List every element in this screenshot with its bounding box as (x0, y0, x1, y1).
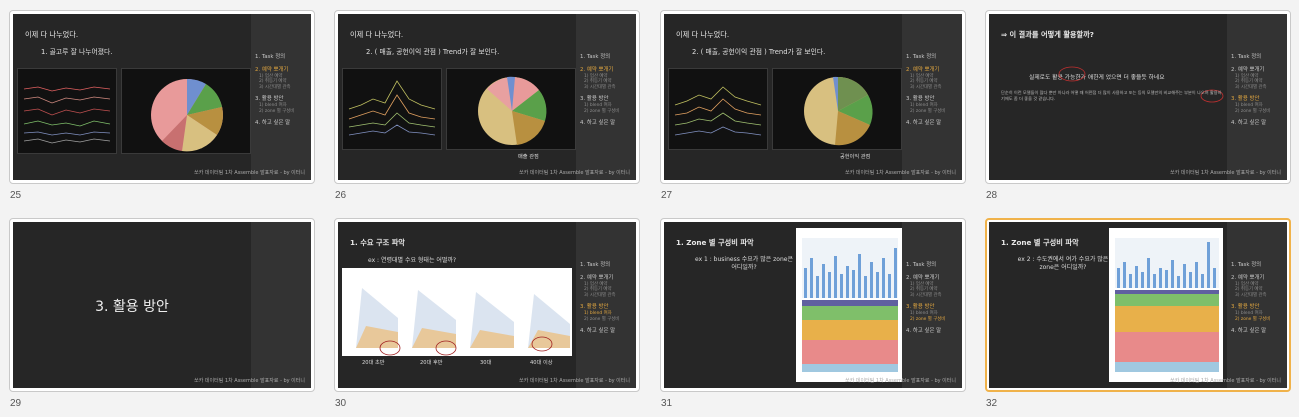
sidebar-item-closing: 4. 하고 싶은 말 (255, 120, 291, 127)
slide-thumbnail[interactable]: 이제 다 나누었다. 1. 골고루 잘 나누어졌다. 1. Task 정의 2.… (9, 10, 315, 184)
slide-canvas: 1. 수요 구조 파악 ex : 연령대별 수요 형태는 어떨까? 20대 초반… (338, 222, 636, 388)
slide-subtitle: ex : 연령대별 수요 형태는 어떨까? (368, 257, 457, 264)
slide-footer: 쏘카 데이터팀 1차 Assemble 발표자료 - by 이터니 (1170, 170, 1281, 176)
sidebar-nav: 1. Task 정의 2. 예약 뽀개기 1) 업산 예약 2) 취등기 예약 … (576, 222, 636, 388)
heatmap-label: 40대 이상 (530, 360, 553, 366)
sidebar-item-reservation: 2. 예약 뽀개기 (1231, 67, 1265, 73)
sidebar-item-task: 1. Task 정의 (1231, 54, 1262, 60)
slide-footer: 쏘카 데이터팀 1차 Assemble 발표자료 - by 이터니 (519, 378, 630, 384)
sidebar-nav: 1. Task 정의 2. 예약 뽀개기 1) 업산 예약 2) 취등기 예약 … (576, 14, 636, 180)
slide-footer: 쏘카 데이터팀 1차 Assemble 발표자료 - by 이터니 (194, 170, 305, 176)
sidebar-nav: 1. Task 정의 2. 예약 뽀개기 1) 업산 예약 2) 취등기 예약 … (1227, 222, 1287, 388)
section-title: 3. 활용 방안 (95, 299, 169, 315)
sidebar-nav: 1. Task 정의 2. 예약 뽀개기 1) 업산 예약 2) 취등기 예약 … (902, 14, 962, 180)
slide-number: 25 (10, 190, 22, 201)
slide-footer: 쏘카 데이터팀 1차 Assemble 발표자료 - by 이터니 (845, 378, 956, 384)
slide-number: 29 (10, 398, 22, 409)
heatmap-label: 20대 후반 (420, 360, 443, 366)
slide-canvas: 이제 다 나누었다. 2. ( 매출, 공헌이익 관점 ) Trend가 잘 보… (338, 14, 636, 180)
slide-thumbnail[interactable]: 1. 수요 구조 파악 ex : 연령대별 수요 형태는 어떨까? 20대 초반… (334, 218, 640, 392)
sidebar-item-reservation: 2. 예약 뽀개기 (1231, 275, 1265, 281)
sidebar-item-closing: 4. 하고 싶은 말 (906, 328, 942, 335)
slide-number: 26 (335, 190, 347, 201)
slide-number: 28 (986, 190, 998, 201)
slide-number: 32 (986, 398, 998, 409)
heatmap-label: 20대 초반 (362, 360, 385, 366)
sidebar-item-task: 1. Task 정의 (906, 54, 937, 60)
slide-sorter-grid: 이제 다 나누었다. 1. 골고루 잘 나누어졌다. 1. Task 정의 2.… (0, 0, 1299, 417)
pie-chart-panel (446, 68, 576, 150)
sidebar-item-closing: 4. 하고 싶은 말 (906, 120, 942, 127)
slide-thumbnail[interactable]: 1. Zone 별 구성비 파악 ex 1 : business 수요가 많은 … (660, 218, 966, 392)
slide-title: 이제 다 나누었다. (350, 30, 404, 39)
slide-canvas: ⇒ 이 결과를 어떻게 활용할까? 실제로도 활용 가능한가 애한게 었으면 더… (989, 14, 1287, 180)
slide-canvas: 3. 활용 방안 쏘카 데이터팀 1차 Assemble 발표자료 - by 이… (13, 222, 311, 388)
chart-caption: 공헌이익 관점 (840, 154, 871, 160)
slide-title: ⇒ 이 결과를 어떻게 활용할까? (1001, 30, 1094, 39)
slide-canvas: 1. Zone 별 구성비 파악 ex 2 : 수도권에서 여가 수요가 많은 … (989, 222, 1287, 388)
slide-thumbnail-selected[interactable]: 1. Zone 별 구성비 파악 ex 2 : 수도권에서 여가 수요가 많은 … (985, 218, 1291, 392)
slide-title: 이제 다 나누었다. (25, 30, 79, 39)
slide-footer: 쏘카 데이터팀 1차 Assemble 발표자료 - by 이터니 (1170, 378, 1281, 384)
sidebar-item-reservation: 2. 예약 뽀개기 (580, 67, 614, 73)
sidebar-item-closing: 4. 하고 싶은 말 (580, 328, 616, 335)
slide-thumbnail[interactable]: 이제 다 나누었다. 2. ( 매출, 공헌이익 관점 ) Trend가 잘 보… (660, 10, 966, 184)
heatmap-label: 30대 (480, 360, 492, 366)
sidebar-nav: 1. Task 정의 2. 예약 뽀개기 1) 업산 예약 2) 취등기 예약 … (902, 222, 962, 388)
sidebar-item-closing: 4. 하고 싶은 말 (1231, 120, 1267, 127)
line-chart-panel (17, 68, 117, 154)
zone-stacked-bar-chart (796, 228, 902, 382)
slide-title: 이제 다 나누었다. (676, 30, 730, 39)
slide-subtitle: ex 2 : 수도권에서 여가 수요가 많은 zone은 어디일까? (1017, 256, 1109, 271)
slide-thumbnail[interactable]: ⇒ 이 결과를 어떻게 활용할까? 실제로도 활용 가능한가 애한게 었으면 더… (985, 10, 1291, 184)
line-chart-panel (342, 68, 442, 150)
slide-footer: 쏘카 데이터팀 1차 Assemble 발표자료 - by 이터니 (519, 170, 630, 176)
sidebar-item-task: 1. Task 정의 (906, 262, 937, 268)
sidebar-blank (251, 222, 311, 388)
slide-canvas: 이제 다 나누었다. 1. 골고루 잘 나누어졌다. 1. Task 정의 2.… (13, 14, 311, 180)
sidebar-item-reservation: 2. 예약 뽀개기 (906, 67, 940, 73)
slide-thumbnail[interactable]: 이제 다 나누었다. 2. ( 매출, 공헌이익 관점 ) Trend가 잘 보… (334, 10, 640, 184)
highlight-circle (1058, 66, 1086, 82)
slide-number: 27 (661, 190, 673, 201)
chart-caption: 매출 관점 (518, 154, 539, 160)
line-chart-panel (668, 68, 768, 150)
slide-subtitle: 2. ( 매출, 공헌이익 관점 ) Trend가 잘 보인다. (366, 48, 500, 56)
sidebar-item-reservation: 2. 예약 뽀개기 (255, 67, 289, 73)
slide-subtitle: 1. 골고루 잘 나누어졌다. (41, 48, 113, 56)
slide-canvas: 이제 다 나누었다. 2. ( 매출, 공헌이익 관점 ) Trend가 잘 보… (664, 14, 962, 180)
slide-subtitle: 2. ( 매출, 공헌이익 관점 ) Trend가 잘 보인다. (692, 48, 826, 56)
slide-number: 31 (661, 398, 673, 409)
slide-number: 30 (335, 398, 347, 409)
slide-subtitle: ex 1 : business 수요가 많은 zone은 어디일까? (694, 256, 793, 271)
sidebar-item-reservation: 2. 예약 뽀개기 (580, 275, 614, 281)
slide-footer: 쏘카 데이터팀 1차 Assemble 발표자료 - by 이터니 (845, 170, 956, 176)
pie-chart-panel (772, 68, 902, 150)
slide-footer: 쏘카 데이터팀 1차 Assemble 발표자료 - by 이터니 (194, 378, 305, 384)
sidebar-item-closing: 4. 하고 싶은 말 (580, 120, 616, 127)
slide-thumbnail[interactable]: 3. 활용 방안 쏘카 데이터팀 1차 Assemble 발표자료 - by 이… (9, 218, 315, 392)
slide-canvas: 1. Zone 별 구성비 파악 ex 1 : business 수요가 많은 … (664, 222, 962, 388)
slide-title: 1. 수요 구조 파악 (350, 238, 405, 247)
zone-stacked-bar-chart (1109, 228, 1223, 382)
sidebar-nav: 1. Task 정의 2. 예약 뽀개기 1) 업산 예약 2) 취등기 예약 … (251, 14, 311, 180)
sidebar-item-task: 1. Task 정의 (580, 262, 611, 268)
slide-subtitle: 실제로도 활용 가능한가 애한게 었으면 더 좋을듯 하네요 (1029, 75, 1165, 81)
heatmap-panel (342, 268, 572, 356)
sidebar-item-reservation: 2. 예약 뽀개기 (906, 275, 940, 281)
sidebar-item-closing: 4. 하고 싶은 말 (1231, 328, 1267, 335)
slide-title: 1. Zone 별 구성비 파악 (676, 238, 754, 247)
sidebar-nav: 1. Task 정의 2. 예약 뽀개기 1) 업산 예약 2) 취등기 예약 … (1227, 14, 1287, 180)
slide-title: 1. Zone 별 구성비 파악 (1001, 238, 1079, 247)
slide-body: 단순히 이런 모델들이 많다 뿐만 아니라 어떻 때 어떤점 더 많이 사용하고… (1001, 90, 1222, 101)
pie-chart-panel (121, 68, 251, 154)
sidebar-item-task: 1. Task 정의 (255, 54, 286, 60)
sidebar-item-task: 1. Task 정의 (1231, 262, 1262, 268)
sidebar-item-task: 1. Task 정의 (580, 54, 611, 60)
